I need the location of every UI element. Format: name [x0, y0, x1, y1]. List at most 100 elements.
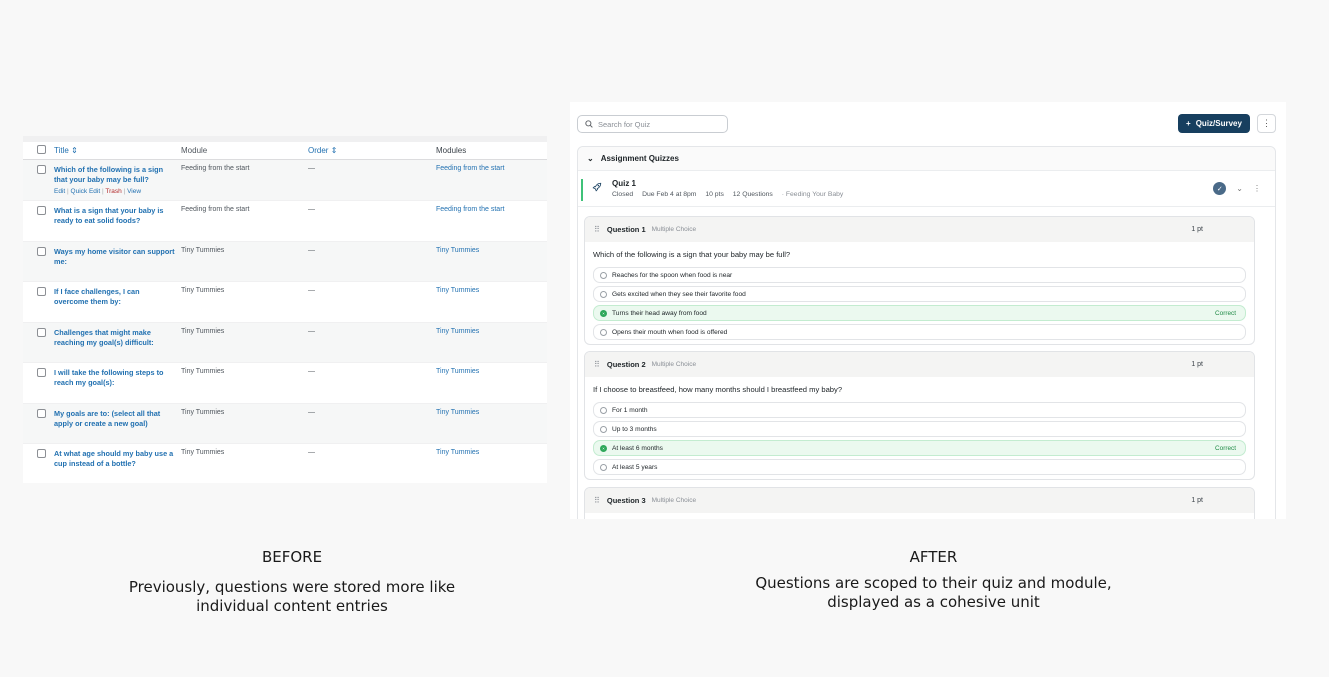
- row-module: Feeding from the start: [181, 206, 250, 213]
- section-header[interactable]: ⌄ Assignment Quizzes: [578, 147, 1275, 171]
- search-input[interactable]: Search for Quiz: [577, 115, 728, 133]
- after-heading: AFTER: [909, 548, 958, 566]
- edit-link[interactable]: Edit: [54, 188, 65, 195]
- row-modules-link[interactable]: Tiny Tummies: [436, 409, 547, 416]
- kebab-icon[interactable]: ⋮: [1253, 184, 1261, 193]
- title-sort-link[interactable]: Title: [54, 146, 69, 155]
- row-checkbox-cell: [23, 246, 54, 258]
- row-checkbox[interactable]: [37, 449, 46, 458]
- separator: |: [101, 188, 104, 195]
- more-options-button[interactable]: ⋮: [1257, 114, 1276, 133]
- view-link[interactable]: View: [127, 188, 141, 195]
- row-checkbox[interactable]: [37, 246, 46, 256]
- row-modules-link[interactable]: Tiny Tummies: [436, 328, 547, 335]
- section-title: Assignment Quizzes: [600, 154, 679, 163]
- drag-handle-icon[interactable]: ⠿: [594, 496, 600, 505]
- table-row: I will take the following steps to reach…: [23, 363, 547, 404]
- row-checkbox[interactable]: [37, 287, 46, 296]
- row-checkbox[interactable]: [37, 165, 46, 174]
- question-title-link[interactable]: At what age should my baby use a cup ins…: [54, 449, 175, 469]
- radio-selected-icon[interactable]: [600, 444, 607, 452]
- option-label: Opens their mouth when food is offered: [612, 328, 728, 336]
- add-quiz-survey-button[interactable]: + Quiz/Survey: [1178, 114, 1250, 133]
- radio-selected-icon[interactable]: [600, 309, 607, 317]
- table-row: Which of the following is a sign that yo…: [23, 160, 547, 201]
- row-title-cell: At what age should my baby use a cup ins…: [54, 449, 181, 469]
- select-all-checkbox[interactable]: [37, 145, 46, 154]
- after-description-line-1: Questions are scoped to their quiz and m…: [755, 574, 1112, 592]
- quiz-meta: Closed Due Feb 4 at 8pm 10 pts 12 Questi…: [612, 191, 850, 198]
- row-modules-link[interactable]: Tiny Tummies: [436, 449, 547, 456]
- column-order[interactable]: Order ⇕: [308, 146, 436, 155]
- quiz-due: Due Feb 4 at 8pm: [642, 191, 697, 198]
- radio-icon[interactable]: [600, 406, 607, 414]
- sort-icon: ⇕: [330, 146, 338, 155]
- row-order: —: [308, 287, 315, 294]
- trash-link[interactable]: Trash: [105, 188, 121, 195]
- radio-icon[interactable]: [600, 271, 607, 279]
- answer-option[interactable]: For 1 month: [593, 402, 1246, 418]
- rocket-icon: [592, 182, 602, 195]
- row-checkbox[interactable]: [37, 368, 46, 377]
- answer-option[interactable]: Up to 3 months: [593, 421, 1246, 437]
- question-title-link[interactable]: If I face challenges, I can overcome the…: [54, 287, 175, 307]
- radio-icon[interactable]: [600, 425, 607, 433]
- drag-handle-icon[interactable]: ⠿: [594, 360, 600, 369]
- answer-option[interactable]: At least 5 years: [593, 459, 1246, 475]
- row-title-cell: Challenges that might make reaching my g…: [54, 328, 181, 348]
- option-label: At least 5 years: [612, 463, 658, 471]
- column-modules: Modules: [436, 146, 467, 155]
- answer-option-correct[interactable]: At least 6 months Correct: [593, 440, 1246, 456]
- row-checkbox[interactable]: [37, 206, 46, 215]
- row-checkbox-cell: [23, 165, 54, 176]
- radio-icon[interactable]: [600, 328, 607, 336]
- row-module: Tiny Tummies: [181, 408, 225, 416]
- row-title-cell: I will take the following steps to reach…: [54, 368, 181, 388]
- quick-edit-link[interactable]: Quick Edit: [71, 188, 101, 195]
- row-modules-link[interactable]: Feeding from the start: [436, 206, 547, 213]
- order-sort-link[interactable]: Order: [308, 146, 328, 155]
- select-all-cell: [23, 145, 54, 156]
- chevron-down-icon[interactable]: ⌄: [587, 154, 594, 163]
- quiz-title[interactable]: Quiz 1: [612, 179, 850, 188]
- column-title[interactable]: Title ⇕: [54, 146, 181, 155]
- row-order: —: [308, 206, 315, 213]
- drag-handle-icon[interactable]: ⠿: [594, 225, 600, 234]
- row-modules-link[interactable]: Tiny Tummies: [436, 247, 547, 254]
- answer-option-correct[interactable]: Turns their head away from food Correct: [593, 305, 1246, 321]
- plus-icon: +: [1186, 119, 1191, 128]
- answer-option[interactable]: Reaches for the spoon when food is near: [593, 267, 1246, 283]
- radio-icon[interactable]: [600, 463, 607, 471]
- row-checkbox[interactable]: [37, 408, 46, 418]
- quiz-question-count: 12 Questions: [732, 191, 773, 198]
- answer-option[interactable]: Gets excited when they see their favorit…: [593, 286, 1246, 302]
- chevron-down-icon[interactable]: ⌄: [1236, 184, 1243, 193]
- answer-option[interactable]: Opens their mouth when food is offered: [593, 324, 1246, 340]
- option-label: Up to 3 months: [612, 425, 657, 433]
- row-checkbox-cell: [23, 206, 54, 217]
- row-modules-link[interactable]: Tiny Tummies: [436, 287, 547, 294]
- row-checkbox-cell: [23, 408, 54, 420]
- question-number: Question 3: [606, 496, 646, 505]
- question-title-link[interactable]: I will take the following steps to reach…: [54, 368, 175, 388]
- radio-icon[interactable]: [600, 290, 607, 298]
- question-title-link[interactable]: Ways my home visitor can support me:: [54, 247, 175, 267]
- question-title-link[interactable]: What is a sign that your baby is ready t…: [54, 206, 175, 226]
- question-card: ⠿ Question 3 Multiple Choice 1 pt: [584, 487, 1255, 519]
- question-header[interactable]: ⠿ Question 2 Multiple Choice 1 pt: [585, 352, 1254, 377]
- published-check-icon[interactable]: ✓: [1213, 182, 1227, 195]
- quiz-row[interactable]: Quiz 1 Closed Due Feb 4 at 8pm 10 pts 12…: [578, 171, 1275, 207]
- before-heading: BEFORE: [261, 548, 323, 566]
- question-title-link[interactable]: My goals are to: (select all that apply …: [54, 409, 175, 429]
- question-header[interactable]: ⠿ Question 3 Multiple Choice 1 pt: [585, 488, 1254, 513]
- question-card: ⠿ Question 2 Multiple Choice 1 pt If I c…: [584, 351, 1255, 480]
- correct-badge: Correct: [1215, 444, 1236, 452]
- question-title-link[interactable]: Challenges that might make reaching my g…: [54, 328, 175, 348]
- row-order: —: [308, 165, 315, 172]
- question-header[interactable]: ⠿ Question 1 Multiple Choice 1 pt: [585, 217, 1254, 242]
- row-modules-link[interactable]: Feeding from the start: [436, 165, 547, 172]
- row-modules-link[interactable]: Tiny Tummies: [436, 368, 547, 375]
- before-description-line-1: Previously, questions were stored more l…: [128, 578, 456, 596]
- row-checkbox[interactable]: [37, 327, 46, 337]
- question-title-link[interactable]: Which of the following is a sign that yo…: [54, 165, 175, 185]
